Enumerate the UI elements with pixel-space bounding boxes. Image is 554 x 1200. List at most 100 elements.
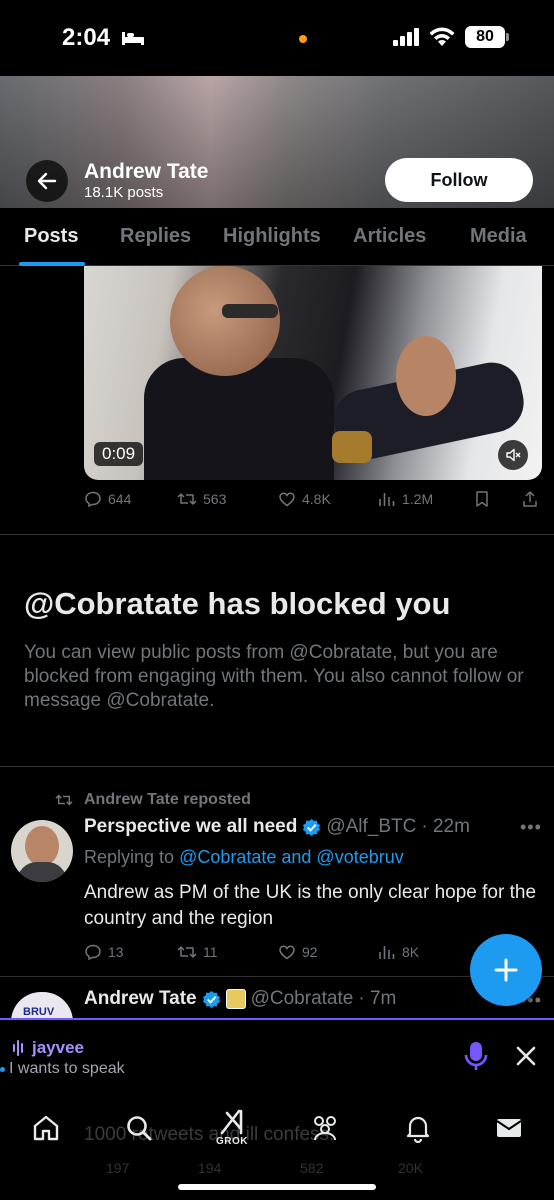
like-count: 92 (302, 944, 318, 960)
tab-posts[interactable]: Posts (24, 225, 78, 248)
share-button[interactable] (522, 490, 538, 508)
reply-icon (85, 491, 101, 508)
repost-count: 194 (198, 1160, 222, 1176)
video-frame-sunglasses (222, 304, 278, 318)
home-icon (33, 1115, 59, 1141)
like-icon (279, 945, 295, 960)
mute-button[interactable] (498, 440, 528, 470)
divider (0, 534, 554, 535)
nav-messages[interactable] (489, 1110, 529, 1146)
nav-search[interactable] (119, 1110, 159, 1146)
replying-to: Replying to @Cobratate and @votebruv (84, 847, 404, 868)
tab-highlights[interactable]: Highlights (223, 225, 321, 248)
video-frame-head (170, 266, 280, 376)
spaces-status: I wants to speak (0, 1060, 125, 1078)
author-handle[interactable]: @Alf_BTC (326, 816, 416, 838)
repost-button[interactable]: 563 (177, 490, 226, 508)
like-button[interactable]: 4.8K (278, 490, 331, 508)
grok-label: GROK (216, 1136, 248, 1147)
tab-articles[interactable]: Articles (353, 225, 426, 248)
tweet-text: Andrew as PM of the UK is the only clear… (84, 882, 537, 929)
profile-name: Andrew Tate (84, 160, 209, 183)
tweet-header: Perspective we all need @Alf_BTC · 22m (84, 816, 470, 838)
tab-replies[interactable]: Replies (120, 225, 191, 248)
avatar[interactable] (11, 820, 73, 882)
reply-icon (85, 944, 101, 961)
views-button[interactable]: 8K (378, 943, 419, 961)
bookmark-button[interactable] (474, 490, 490, 508)
tweet-header: Andrew Tate @Cobratate · 7m (84, 988, 396, 1010)
back-button[interactable] (26, 160, 68, 202)
grok-icon (220, 1109, 243, 1135)
repost-context[interactable]: Andrew Tate reposted (54, 791, 251, 809)
home-indicator (178, 1184, 376, 1190)
views-icon (379, 493, 395, 506)
avatar-text: BRUV (23, 1006, 55, 1018)
video-frame-figure (144, 358, 334, 480)
video-player[interactable]: 0:09 (84, 266, 542, 480)
affiliate-badge-icon (225, 989, 246, 1009)
replying-to-link[interactable]: @Cobratate and @votebruv (179, 847, 404, 867)
nav-grok[interactable] (212, 1104, 252, 1140)
compose-button[interactable] (470, 934, 542, 1006)
repost-count: 11 (203, 944, 218, 960)
spaces-dock[interactable]: jayvee I wants to speak (0, 1018, 554, 1092)
avatar-face (25, 826, 59, 866)
like-icon (279, 492, 295, 507)
search-icon (127, 1116, 152, 1141)
video-frame-hand (396, 336, 456, 416)
privacy-indicator-dot (299, 35, 307, 43)
video-post-actions: 644 563 4.8K 1.2M (84, 490, 544, 514)
nav-home[interactable] (26, 1110, 66, 1146)
video-duration: 0:09 (94, 442, 144, 466)
post-time: · 7m (358, 988, 397, 1009)
verified-icon (303, 818, 321, 836)
spaces-status-text: I wants to speak (9, 1060, 125, 1077)
more-icon[interactable]: ••• (520, 817, 542, 838)
blocked-title: @Cobratate has blocked you (24, 586, 451, 621)
bookmark-icon (476, 491, 488, 507)
battery-cap (506, 33, 509, 41)
repost-button[interactable]: 11 (177, 943, 218, 961)
reply-count: 644 (108, 491, 132, 507)
divider (0, 766, 554, 767)
follow-button[interactable]: Follow (385, 158, 533, 202)
views-count: 20K (398, 1160, 423, 1176)
messages-icon (496, 1119, 522, 1137)
reply-button[interactable]: 644 (84, 490, 131, 508)
spaces-user: jayvee (12, 1038, 84, 1058)
audio-wave-icon (13, 1040, 23, 1056)
avatar-body (17, 862, 67, 882)
verified-icon (202, 990, 220, 1008)
battery-indicator: 80 (465, 26, 505, 48)
repost-icon (55, 794, 73, 806)
post-count: 18.1K posts (84, 184, 164, 201)
sleep-focus-icon (122, 32, 144, 45)
tab-media[interactable]: Media (470, 225, 527, 248)
active-tab-indicator (19, 262, 85, 266)
author-handle[interactable]: @Cobratate (251, 988, 354, 1010)
author-name[interactable]: Perspective we all need (84, 816, 297, 838)
nav-notifications[interactable] (398, 1110, 438, 1146)
author-name[interactable]: Andrew Tate (84, 988, 197, 1010)
reply-count: 13 (108, 944, 124, 960)
mic-icon[interactable] (463, 1040, 489, 1072)
repost-count: 563 (203, 491, 227, 507)
replying-prefix: Replying to (84, 847, 175, 867)
video-frame-watch (332, 431, 372, 463)
reply-count: 197 (106, 1160, 130, 1176)
plus-icon (494, 958, 518, 982)
reply-button[interactable]: 13 (84, 943, 124, 961)
views-button[interactable]: 1.2M (378, 490, 433, 508)
post-time: · 22m (421, 816, 470, 837)
spaces-username: jayvee (32, 1038, 84, 1057)
wifi-icon (429, 27, 455, 46)
views-count: 1.2M (402, 491, 434, 507)
nav-communities[interactable] (305, 1110, 345, 1146)
like-count: 582 (300, 1160, 324, 1176)
close-icon[interactable] (514, 1044, 538, 1068)
live-dot (0, 1066, 5, 1072)
like-button[interactable]: 92 (278, 943, 318, 961)
status-bar: 2:04 80 (0, 0, 554, 76)
notifications-icon (406, 1116, 430, 1143)
